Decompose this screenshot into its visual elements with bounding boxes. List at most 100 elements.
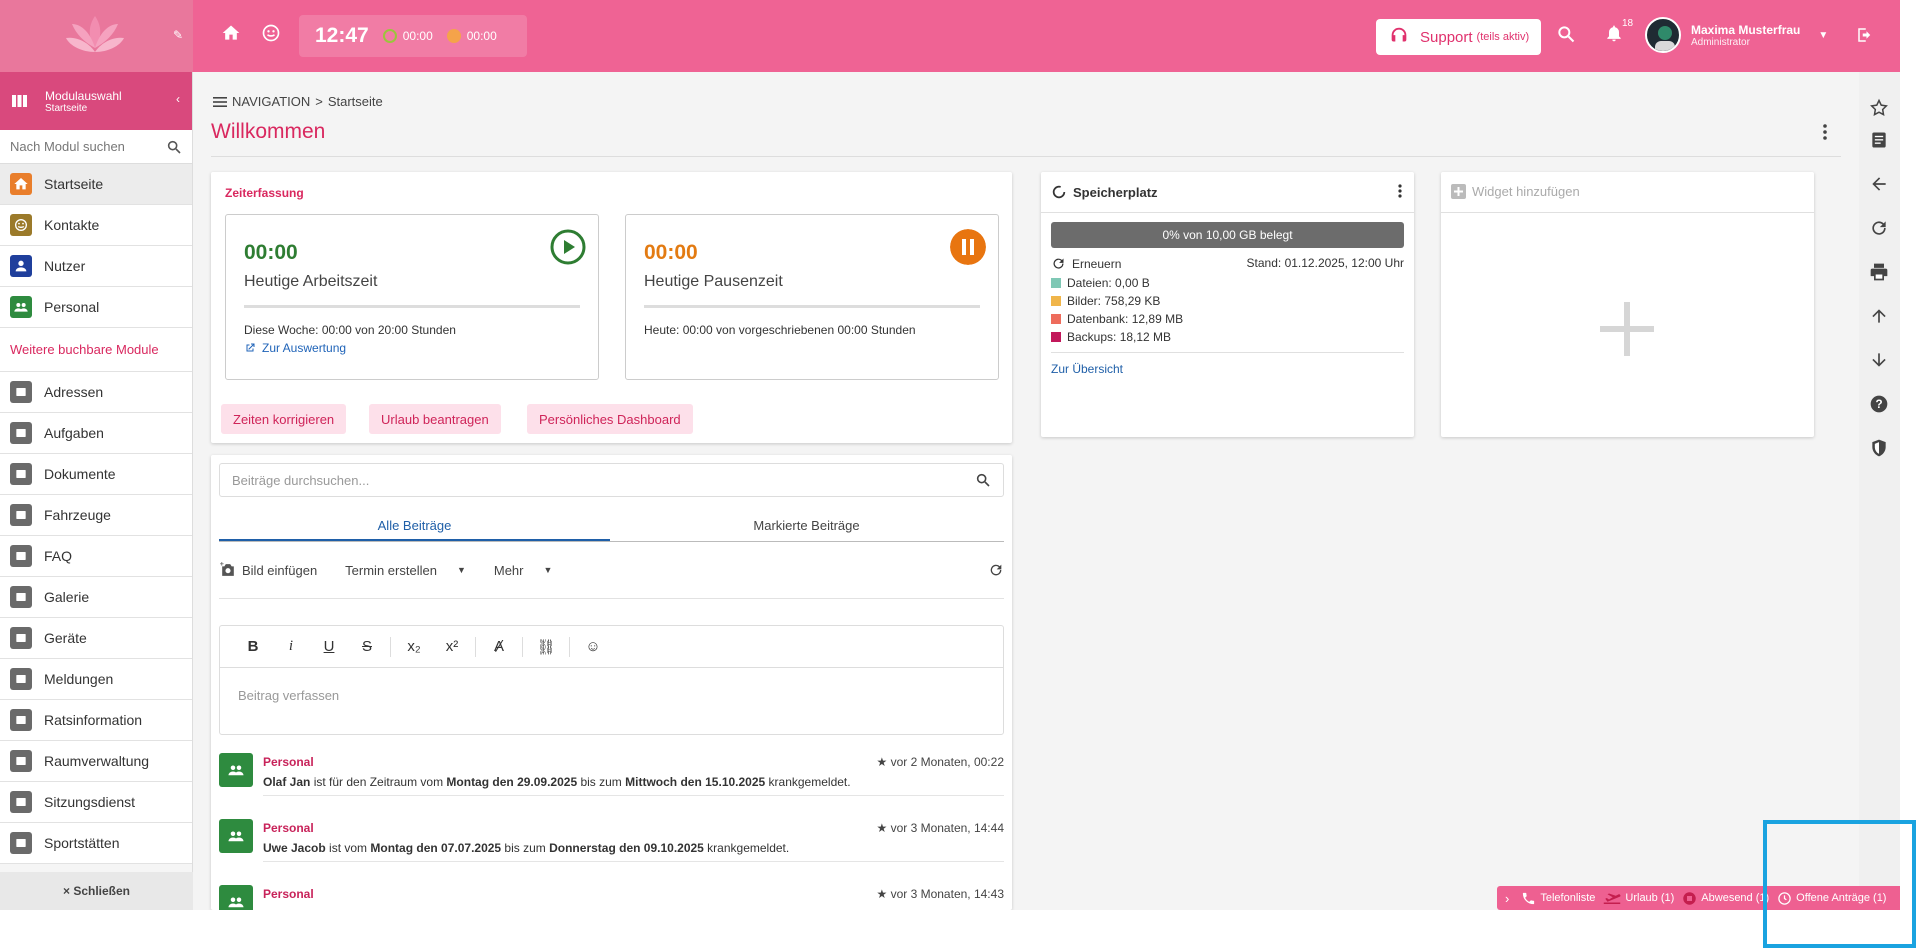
pause-timer-value: 00:00 (466, 29, 497, 43)
location-icon (10, 750, 32, 772)
link-icon[interactable]: ⛓ (527, 638, 565, 656)
posts-search-input[interactable]: Beiträge durchsuchen... (232, 473, 369, 488)
smiley-icon[interactable] (251, 23, 291, 49)
menu-icon[interactable] (213, 96, 227, 108)
logout-icon[interactable] (1856, 26, 1874, 49)
sidebar-item-sitzungsdienst[interactable]: Sitzungsdienst (0, 782, 192, 823)
status-expand-icon[interactable]: › (1505, 891, 1509, 906)
correct-times-button[interactable]: Zeiten korrigieren (221, 404, 347, 434)
more-modules-link[interactable]: Weitere buchbare Module (0, 328, 192, 372)
module-search-input[interactable]: Nach Modul suchen (10, 139, 125, 154)
play-icon[interactable] (550, 229, 586, 265)
page-more-icon[interactable] (1823, 124, 1827, 145)
vacation-item[interactable]: Urlaub (1) (1603, 892, 1674, 904)
refresh-icon[interactable] (988, 562, 1004, 578)
page-scrollbar[interactable] (1900, 0, 1920, 910)
strikethrough-icon[interactable]: S (348, 638, 386, 655)
post-category[interactable]: Personal (263, 821, 314, 835)
user-menu[interactable]: Maxima Musterfrau Administrator ▼ (1645, 17, 1828, 53)
insert-image-label: Bild einfügen (242, 562, 318, 578)
pause-time-box: 00:00 Heutige Pausenzeit Heute: 00:00 vo… (625, 214, 999, 380)
sidebar-item-fahrzeuge[interactable]: Fahrzeuge (0, 495, 192, 536)
print-icon[interactable] (1869, 262, 1889, 282)
pin-icon[interactable]: ✎ (173, 28, 183, 42)
sidebar-item-personal[interactable]: Personal (0, 287, 192, 328)
notification-bell-icon[interactable]: 18 (1604, 18, 1633, 49)
device-icon (10, 627, 32, 649)
clear-format-icon[interactable]: Ⱥ (480, 638, 518, 655)
star-icon[interactable]: ★ (876, 755, 890, 769)
sidebar-item-dokumente[interactable]: Dokumente (0, 454, 192, 495)
chevron-left-icon[interactable]: ‹ (176, 92, 180, 106)
clock-box: 12:47 00:00 00:00 (299, 15, 527, 57)
superscript-icon[interactable]: x² (433, 638, 471, 655)
close-sidebar-button[interactable]: × Schließen (0, 872, 193, 910)
tabs-divider (219, 541, 1004, 542)
absent-item[interactable]: Abwesend (1) (1682, 891, 1769, 906)
star-icon[interactable]: ★ (876, 887, 890, 901)
more-button[interactable]: Mehr ▼ (494, 563, 567, 578)
storage-more-icon[interactable] (1398, 184, 1402, 203)
emoji-icon[interactable]: ☺ (574, 638, 612, 655)
overview-link[interactable]: Zur Übersicht (1051, 362, 1123, 376)
sidebar-item-geräte[interactable]: Geräte (0, 618, 192, 659)
sidebar-item-aufgaben[interactable]: Aufgaben (0, 413, 192, 454)
tab-all-posts[interactable]: Alle Beiträge (219, 511, 610, 541)
work-time-label: Heutige Arbeitszeit (244, 273, 378, 290)
search-icon[interactable] (1556, 24, 1576, 49)
post-editor-input[interactable]: Beitrag verfassen (220, 668, 1003, 723)
sidebar-item-sportstätten[interactable]: Sportstätten (0, 823, 192, 864)
sidebar-item-nutzer[interactable]: Nutzer (0, 246, 192, 287)
post-category[interactable]: Personal (263, 755, 314, 769)
reload-icon[interactable] (1869, 218, 1889, 238)
italic-icon[interactable]: i (272, 638, 310, 655)
sidebar-item-raumverwaltung[interactable]: Raumverwaltung (0, 741, 192, 782)
post-text: Uwe Jacob ist vom Montag den 07.07.2025 … (263, 841, 789, 855)
pause-icon[interactable] (950, 229, 986, 265)
star-icon[interactable]: ★ (876, 821, 890, 835)
evaluation-link[interactable]: Zur Auswertung (244, 341, 346, 355)
pause-timer[interactable]: 00:00 (446, 29, 497, 43)
institution-icon (10, 709, 32, 731)
sidebar-item-kontakte[interactable]: Kontakte (0, 205, 192, 246)
shield-icon[interactable] (1869, 438, 1889, 458)
module-search[interactable]: Nach Modul suchen (0, 130, 192, 164)
back-arrow-icon[interactable] (1869, 174, 1889, 194)
personal-dashboard-button[interactable]: Persönliches Dashboard (527, 404, 693, 434)
sidebar-item-startseite[interactable]: Startseite (0, 164, 192, 205)
work-timer[interactable]: 00:00 (382, 29, 433, 43)
add-widget-card[interactable]: Widget hinzufügen (1441, 172, 1814, 437)
breadcrumb-nav[interactable]: NAVIGATION (232, 94, 310, 109)
post-category[interactable]: Personal (263, 887, 314, 901)
sidebar-item-faq[interactable]: FAQ (0, 536, 192, 577)
work-time-progress (244, 305, 580, 308)
arrow-up-icon[interactable] (1869, 306, 1889, 326)
toolbar-separator (475, 636, 476, 657)
subscript-icon[interactable]: x₂ (395, 638, 433, 655)
sidebar-item-ratsinformation[interactable]: Ratsinformation (0, 700, 192, 741)
create-event-button[interactable]: Termin erstellen ▼ (345, 563, 480, 578)
home-icon[interactable] (211, 23, 251, 49)
plus-icon[interactable] (1600, 302, 1654, 356)
sidebar-item-adressen[interactable]: Adressen (0, 372, 192, 413)
help-icon[interactable]: ? (1869, 394, 1889, 414)
arrow-down-icon[interactable] (1869, 350, 1889, 370)
tab-marked-posts[interactable]: Markierte Beiträge (611, 511, 1002, 541)
insert-image-button[interactable]: Bild einfügen (219, 562, 331, 578)
posts-search[interactable]: Beiträge durchsuchen... (219, 463, 1004, 497)
notes-icon[interactable] (1869, 130, 1889, 150)
star-icon[interactable] (1869, 98, 1889, 118)
bold-icon[interactable]: B (234, 638, 272, 655)
module-selector[interactable]: Modulauswahl Startseite ‹ (0, 72, 192, 130)
search-icon[interactable] (975, 472, 991, 488)
sidebar-item-galerie[interactable]: Galerie (0, 577, 192, 618)
toolbar-separator (390, 636, 391, 657)
logo-area: ✎ (0, 0, 193, 72)
sidebar-item-meldungen[interactable]: Meldungen (0, 659, 192, 700)
sidebar-item-label: Nutzer (44, 258, 86, 274)
support-button[interactable]: Support (teils aktiv) (1376, 19, 1542, 55)
underline-icon[interactable]: U (310, 638, 348, 655)
phone-list-item[interactable]: Telefonliste (1521, 891, 1595, 906)
request-vacation-button[interactable]: Urlaub beantragen (369, 404, 501, 434)
renew-button[interactable]: Erneuern (1051, 256, 1121, 271)
